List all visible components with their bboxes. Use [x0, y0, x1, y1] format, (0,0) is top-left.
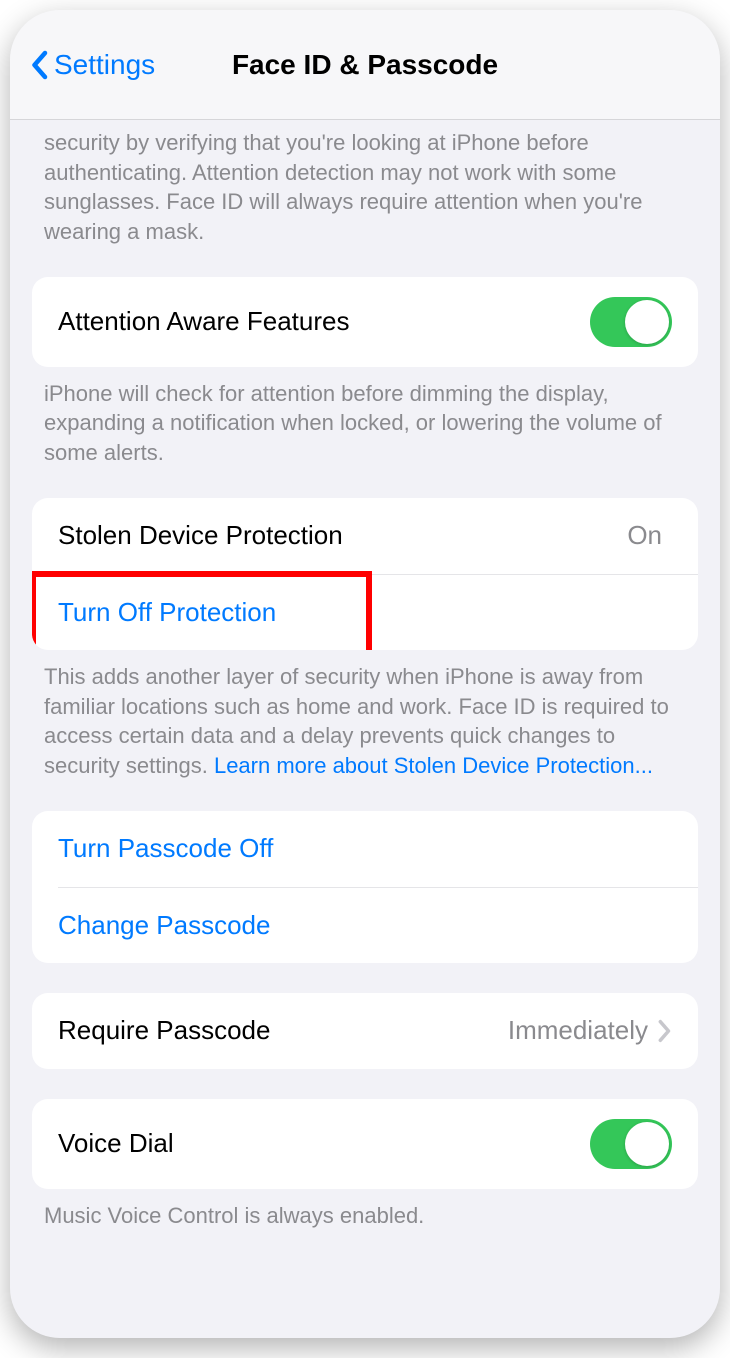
require-passcode-row[interactable]: Require Passcode Immediately	[32, 993, 698, 1069]
stolen-device-section: Stolen Device Protection On Turn Off Pro…	[32, 498, 698, 650]
voice-dial-section: Voice Dial	[32, 1099, 698, 1189]
require-passcode-value: Immediately	[508, 1015, 648, 1046]
page-title: Face ID & Passcode	[232, 49, 498, 81]
attention-aware-section: Attention Aware Features	[32, 277, 698, 367]
turn-off-protection-button[interactable]: Turn Off Protection	[58, 574, 698, 650]
voice-dial-label: Voice Dial	[58, 1128, 590, 1159]
chevron-left-icon	[30, 50, 48, 80]
voice-dial-footer: Music Voice Control is always enabled.	[10, 1189, 720, 1231]
attention-aware-footer: iPhone will check for attention before d…	[10, 367, 720, 498]
turn-passcode-off-label: Turn Passcode Off	[58, 833, 672, 864]
attention-aware-label: Attention Aware Features	[58, 306, 590, 337]
change-passcode-label: Change Passcode	[58, 910, 672, 941]
stolen-device-value: On	[627, 520, 662, 551]
require-passcode-section: Require Passcode Immediately	[32, 993, 698, 1069]
change-passcode-button[interactable]: Change Passcode	[58, 887, 698, 963]
attention-intro-text: security by verifying that you're lookin…	[10, 120, 720, 277]
chevron-right-icon	[658, 1019, 672, 1043]
phone-frame: Settings Face ID & Passcode security by …	[10, 10, 720, 1338]
back-button[interactable]: Settings	[30, 49, 155, 81]
back-label: Settings	[54, 49, 155, 81]
require-passcode-label: Require Passcode	[58, 1015, 508, 1046]
turn-passcode-off-button[interactable]: Turn Passcode Off	[32, 811, 698, 887]
stolen-device-label: Stolen Device Protection	[58, 520, 627, 551]
nav-bar: Settings Face ID & Passcode	[10, 10, 720, 120]
voice-dial-toggle[interactable]	[590, 1119, 672, 1169]
stolen-device-row: Stolen Device Protection On	[32, 498, 698, 574]
content-area: security by verifying that you're lookin…	[10, 120, 720, 1250]
passcode-section: Turn Passcode Off Change Passcode	[32, 811, 698, 963]
attention-aware-toggle[interactable]	[590, 297, 672, 347]
voice-dial-row: Voice Dial	[32, 1099, 698, 1189]
attention-aware-row: Attention Aware Features	[32, 277, 698, 367]
turn-off-protection-label: Turn Off Protection	[58, 597, 672, 628]
stolen-device-footer: This adds another layer of security when…	[10, 650, 720, 811]
learn-more-link[interactable]: Learn more about Stolen Device Protectio…	[214, 753, 653, 778]
